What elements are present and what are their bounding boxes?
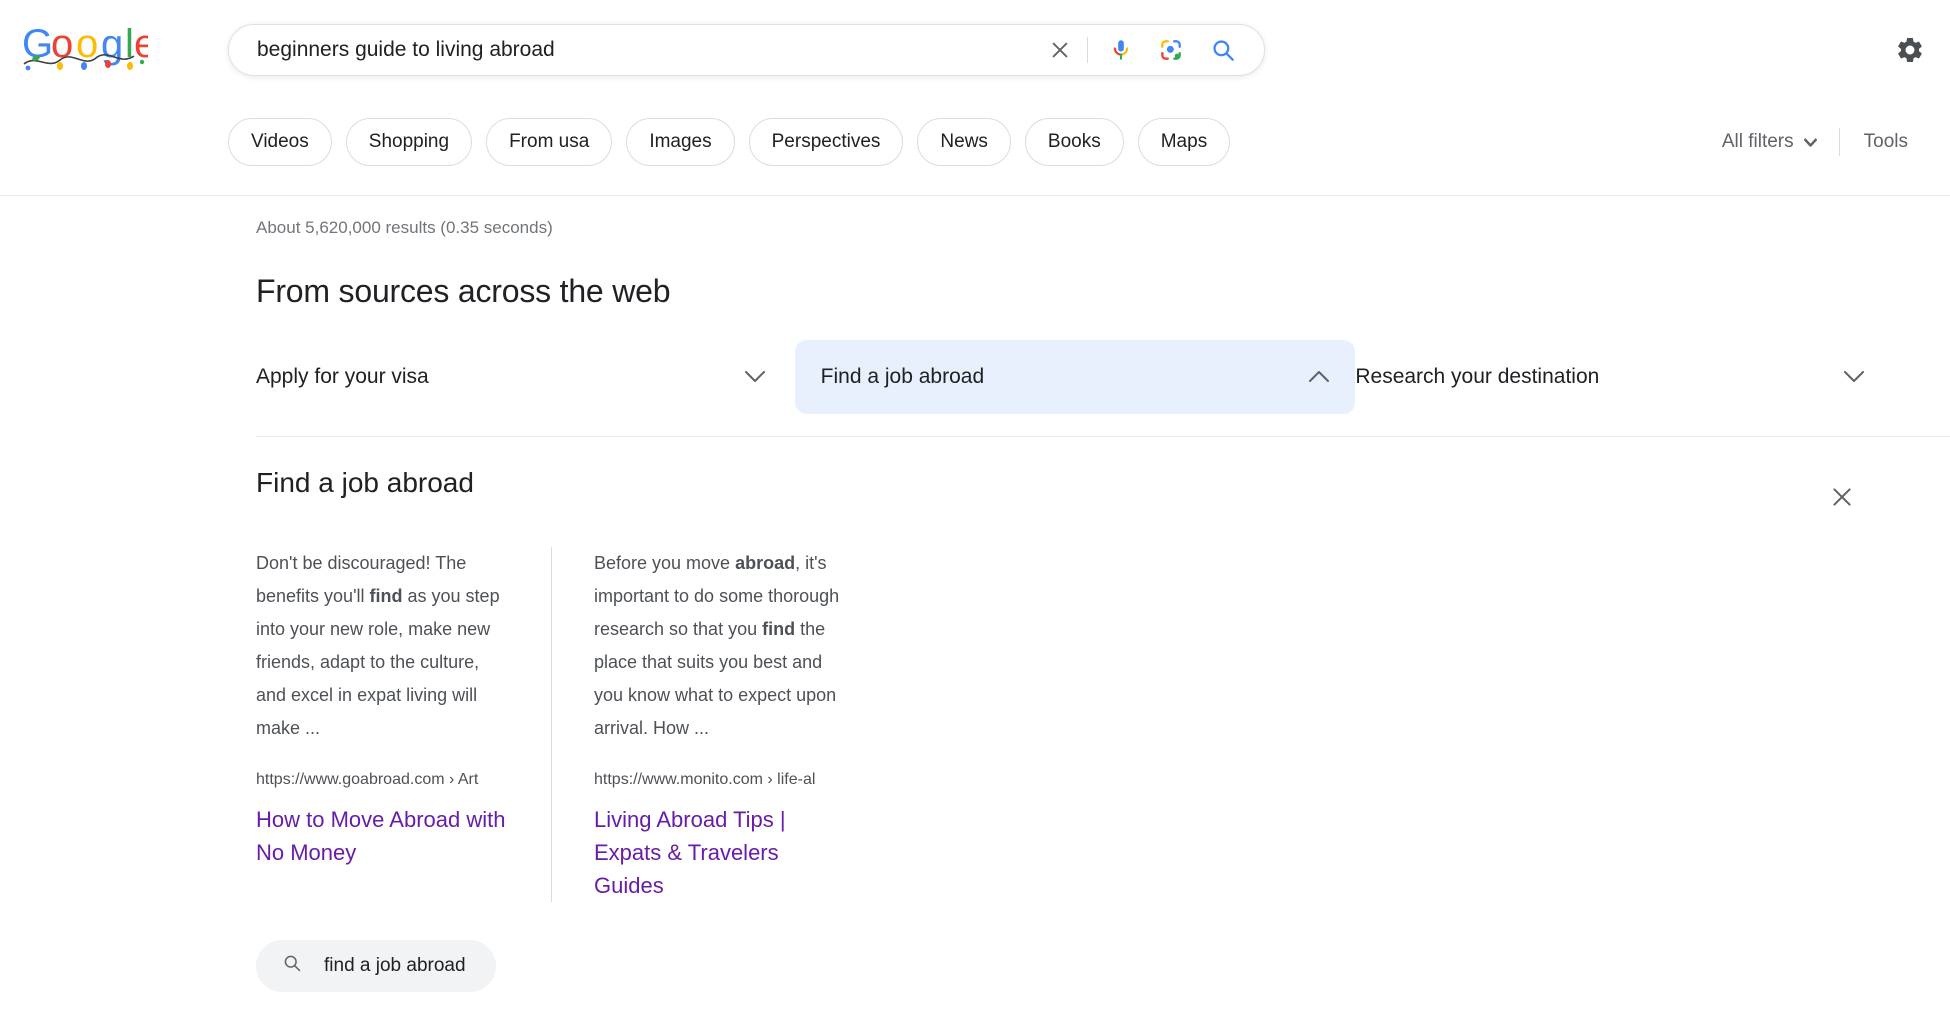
panel-title: Find a job abroad	[256, 467, 474, 498]
filter-chip-books[interactable]: Books	[1024, 118, 1124, 166]
gear-icon[interactable]	[1890, 30, 1930, 70]
source-card: Don't be discouraged! The benefits you'l…	[256, 547, 551, 902]
related-search-chip[interactable]: find a job abroad	[256, 940, 496, 992]
filter-chip-videos[interactable]: Videos	[228, 118, 332, 166]
svg-text:e: e	[134, 22, 148, 66]
page-header: G o o g l e beginners guide to living ab…	[0, 0, 1950, 196]
card-title-link[interactable]: Living Abroad Tips | Expats & Travelers …	[594, 803, 848, 902]
accordion-item-apply-for-your-visa[interactable]: Apply for your visa	[256, 340, 795, 414]
source-card: Before you move abroad, it's important t…	[551, 547, 888, 902]
section-title: From sources across the web	[256, 273, 671, 309]
card-snippet: Don't be discouraged! The benefits you'l…	[256, 553, 500, 738]
card-snippet: Before you move abroad, it's important t…	[594, 553, 840, 738]
accordion-item-research-your-destination[interactable]: Research your destination	[1355, 340, 1894, 414]
card-url: https://www.monito.com › life-al	[594, 771, 816, 788]
all-filters-label: All filters	[1721, 131, 1794, 152]
panel-cards: Don't be discouraged! The benefits you'l…	[256, 547, 1894, 902]
search-input[interactable]	[229, 25, 1037, 75]
result-stats: About 5,620,000 results (0.35 seconds)	[256, 218, 553, 237]
filter-chip-images[interactable]: Images	[626, 118, 735, 166]
related-search-label: find a job abroad	[324, 955, 466, 976]
accordion-label: Find a job abroad	[820, 365, 985, 388]
svg-text:g: g	[101, 22, 123, 66]
search-icon	[282, 953, 302, 979]
card-url: https://www.goabroad.com › Art	[256, 771, 479, 788]
clear-search-button[interactable]	[1037, 27, 1083, 73]
accordion-item-find-a-job-abroad[interactable]: Find a job abroad	[794, 340, 1356, 414]
card-title-link[interactable]: How to Move Abroad with No Money	[256, 803, 511, 869]
main-content: About 5,620,000 results (0.35 seconds) F…	[0, 196, 1950, 992]
filter-chip-shopping[interactable]: Shopping	[345, 118, 473, 166]
tools-button[interactable]: Tools	[1840, 131, 1908, 153]
expanded-panel: Find a job abroad Don't be discouraged! …	[256, 437, 1950, 992]
search-box[interactable]	[228, 24, 1265, 76]
filter-chip-news[interactable]: News	[917, 118, 1011, 166]
filter-chip-row: Videos Shopping From usa Images Perspect…	[228, 118, 1231, 166]
chevron-down-icon	[1803, 131, 1818, 153]
filters-tools-area: All filters Tools	[1722, 118, 1908, 166]
panel-header: Find a job abroad	[256, 437, 1894, 519]
accordion-label: Apply for your visa	[256, 365, 429, 388]
accordion-label: Research your destination	[1355, 365, 1600, 388]
all-filters-button[interactable]: All filters	[1722, 131, 1839, 153]
filter-chip-perspectives[interactable]: Perspectives	[748, 118, 904, 166]
chevron-up-icon	[1309, 371, 1330, 383]
search-divider	[1087, 37, 1088, 63]
filter-chip-from-usa[interactable]: From usa	[486, 118, 613, 166]
search-submit-icon[interactable]	[1200, 27, 1246, 73]
chevron-down-icon	[744, 371, 765, 383]
chevron-down-icon	[1844, 371, 1865, 383]
google-doodle-logo[interactable]: G o o g l e	[22, 20, 156, 76]
close-icon[interactable]	[1820, 475, 1864, 519]
accordion-row: Apply for your visa Find a job abroad Re…	[256, 340, 1950, 414]
filter-chip-maps[interactable]: Maps	[1137, 118, 1231, 166]
microphone-icon[interactable]	[1098, 27, 1144, 73]
google-lens-camera-icon[interactable]	[1148, 27, 1194, 73]
